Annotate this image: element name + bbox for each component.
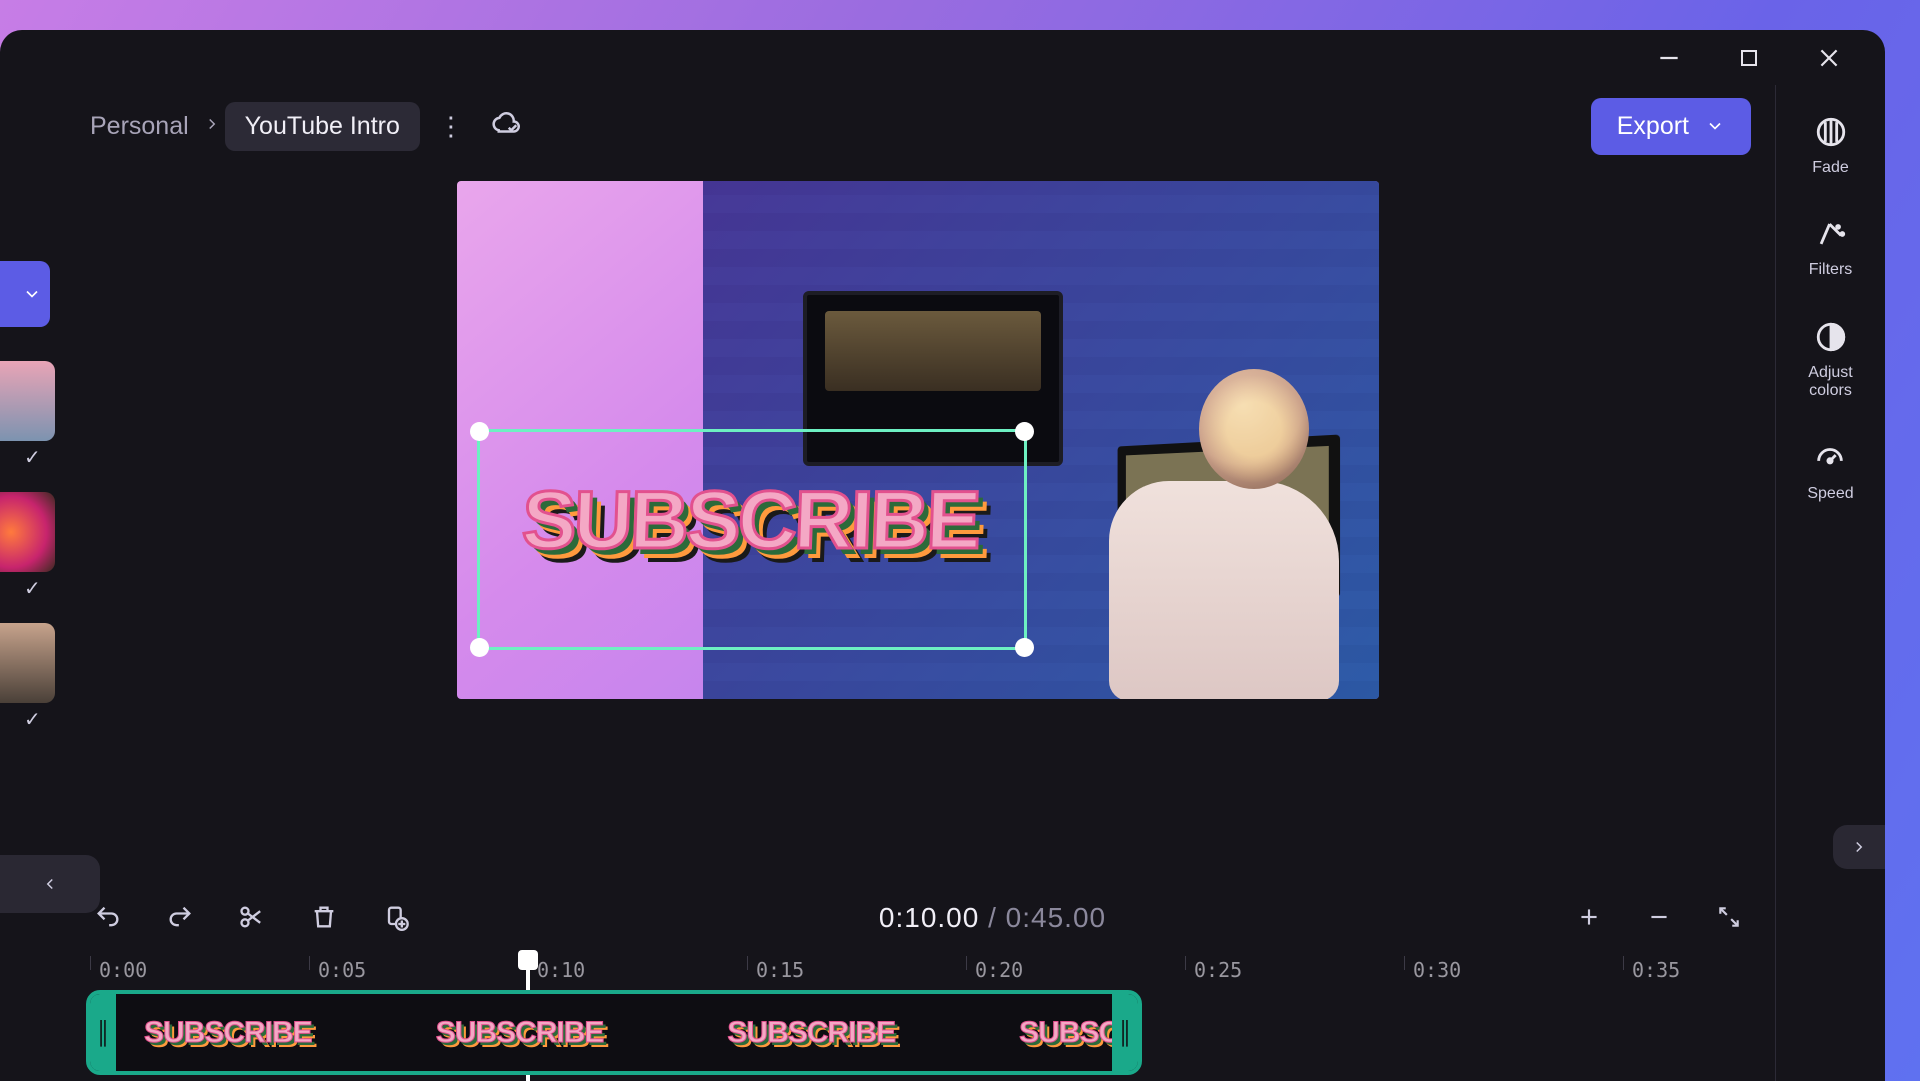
ruler-tick: 0:35 — [1623, 956, 1680, 970]
speed-label: Speed — [1807, 485, 1853, 503]
clip-trim-left[interactable]: ║ — [90, 994, 116, 1071]
delete-button[interactable] — [296, 889, 352, 945]
zoom-fit-button[interactable] — [1701, 889, 1757, 945]
clip-thumb-text: SUBSCRIBE — [1019, 1016, 1112, 1050]
window-maximize-button[interactable] — [1731, 40, 1767, 76]
resize-handle-bl[interactable] — [470, 638, 489, 657]
clip-thumb-text: SUBSCRIBE — [436, 1016, 604, 1050]
ruler-tick: 0:25 — [1185, 956, 1242, 970]
window-titlebar — [0, 30, 1885, 85]
library-thumb-1[interactable] — [0, 361, 55, 441]
library-thumb-2[interactable] — [0, 492, 55, 572]
timeline-toolbar: 0:10.00 / 0:45.00 — [60, 882, 1775, 952]
more-options-button[interactable]: ⋮ — [438, 111, 466, 142]
zoom-out-button[interactable] — [1631, 889, 1687, 945]
timeline-track[interactable]: ║ SUBSCRIBE SUBSCRIBE SUBSCRIBE SUBSCRIBE ║ — [80, 990, 1755, 1081]
left-nav-active-tab[interactable] — [0, 261, 50, 327]
app-window: ✓ ✓ ✓ Personal YouTube Intro ⋮ — [0, 30, 1885, 1081]
resize-handle-br[interactable] — [1015, 638, 1034, 657]
split-button[interactable] — [224, 889, 280, 945]
selection-box[interactable]: SUBSCRIBE — [477, 429, 1027, 650]
ruler-tick: 0:15 — [747, 956, 804, 970]
library-thumb-3[interactable] — [0, 623, 55, 703]
fade-tool[interactable]: Fade — [1812, 115, 1848, 177]
undo-button[interactable] — [80, 889, 136, 945]
preview-canvas[interactable]: SUBSCRIBE — [457, 181, 1379, 699]
export-label: Export — [1617, 112, 1689, 141]
project-name[interactable]: YouTube Intro — [225, 102, 420, 151]
resize-handle-tr[interactable] — [1015, 422, 1034, 441]
timeline: 0:10.00 / 0:45.00 0:000:050:100:150:200:… — [60, 881, 1775, 1081]
check-icon: ✓ — [0, 445, 60, 470]
ruler-tick: 0:20 — [966, 956, 1023, 970]
filters-tool[interactable]: Filters — [1809, 217, 1853, 279]
ruler-tick: 0:00 — [90, 956, 147, 970]
preview-area: SUBSCRIBE — [60, 167, 1775, 881]
right-tools-panel: Fade Filters Adjust colors Speed — [1775, 85, 1885, 1081]
adjust-colors-label: Adjust colors — [1808, 364, 1852, 401]
window-minimize-button[interactable] — [1651, 40, 1687, 76]
duplicate-button[interactable] — [368, 889, 424, 945]
window-close-button[interactable] — [1811, 40, 1847, 76]
clip-thumb-text: SUBSCRIBE — [727, 1016, 895, 1050]
collapse-right-panel-button[interactable] — [1833, 825, 1885, 869]
time-separator: / — [979, 902, 1005, 933]
resize-handle-tl[interactable] — [470, 422, 489, 441]
check-icon: ✓ — [0, 576, 60, 601]
subscribe-text-asset[interactable]: SUBSCRIBE — [520, 474, 979, 568]
breadcrumb-root[interactable]: Personal — [80, 106, 199, 147]
filters-label: Filters — [1809, 261, 1853, 279]
editor-header: Personal YouTube Intro ⋮ Export — [60, 85, 1775, 167]
editor-main: Personal YouTube Intro ⋮ Export — [60, 85, 1775, 1081]
ruler-tick: 0:05 — [309, 956, 366, 970]
timeline-ruler[interactable]: 0:000:050:100:150:200:250:300:35 — [60, 956, 1775, 990]
left-nav-collapsed: ✓ ✓ ✓ — [0, 85, 60, 1081]
chevron-right-icon — [203, 115, 221, 138]
timeline-timecode: 0:10.00 / 0:45.00 — [440, 901, 1545, 934]
scene-person — [1079, 359, 1349, 699]
clip-thumb-text: SUBSCRIBE — [144, 1016, 312, 1050]
check-icon: ✓ — [0, 707, 60, 732]
export-button[interactable]: Export — [1591, 98, 1751, 155]
current-time: 0:10.00 — [879, 902, 979, 933]
clip-trim-right[interactable]: ║ — [1112, 994, 1138, 1071]
total-time: 0:45.00 — [1006, 902, 1106, 933]
adjust-colors-tool[interactable]: Adjust colors — [1808, 320, 1852, 401]
ruler-tick: 0:30 — [1404, 956, 1461, 970]
speed-tool[interactable]: Speed — [1807, 441, 1853, 503]
timeline-clip[interactable]: ║ SUBSCRIBE SUBSCRIBE SUBSCRIBE SUBSCRIBE ║ — [86, 990, 1142, 1075]
cloud-sync-icon[interactable] — [490, 109, 520, 144]
redo-button[interactable] — [152, 889, 208, 945]
fade-label: Fade — [1812, 159, 1848, 177]
zoom-in-button[interactable] — [1561, 889, 1617, 945]
